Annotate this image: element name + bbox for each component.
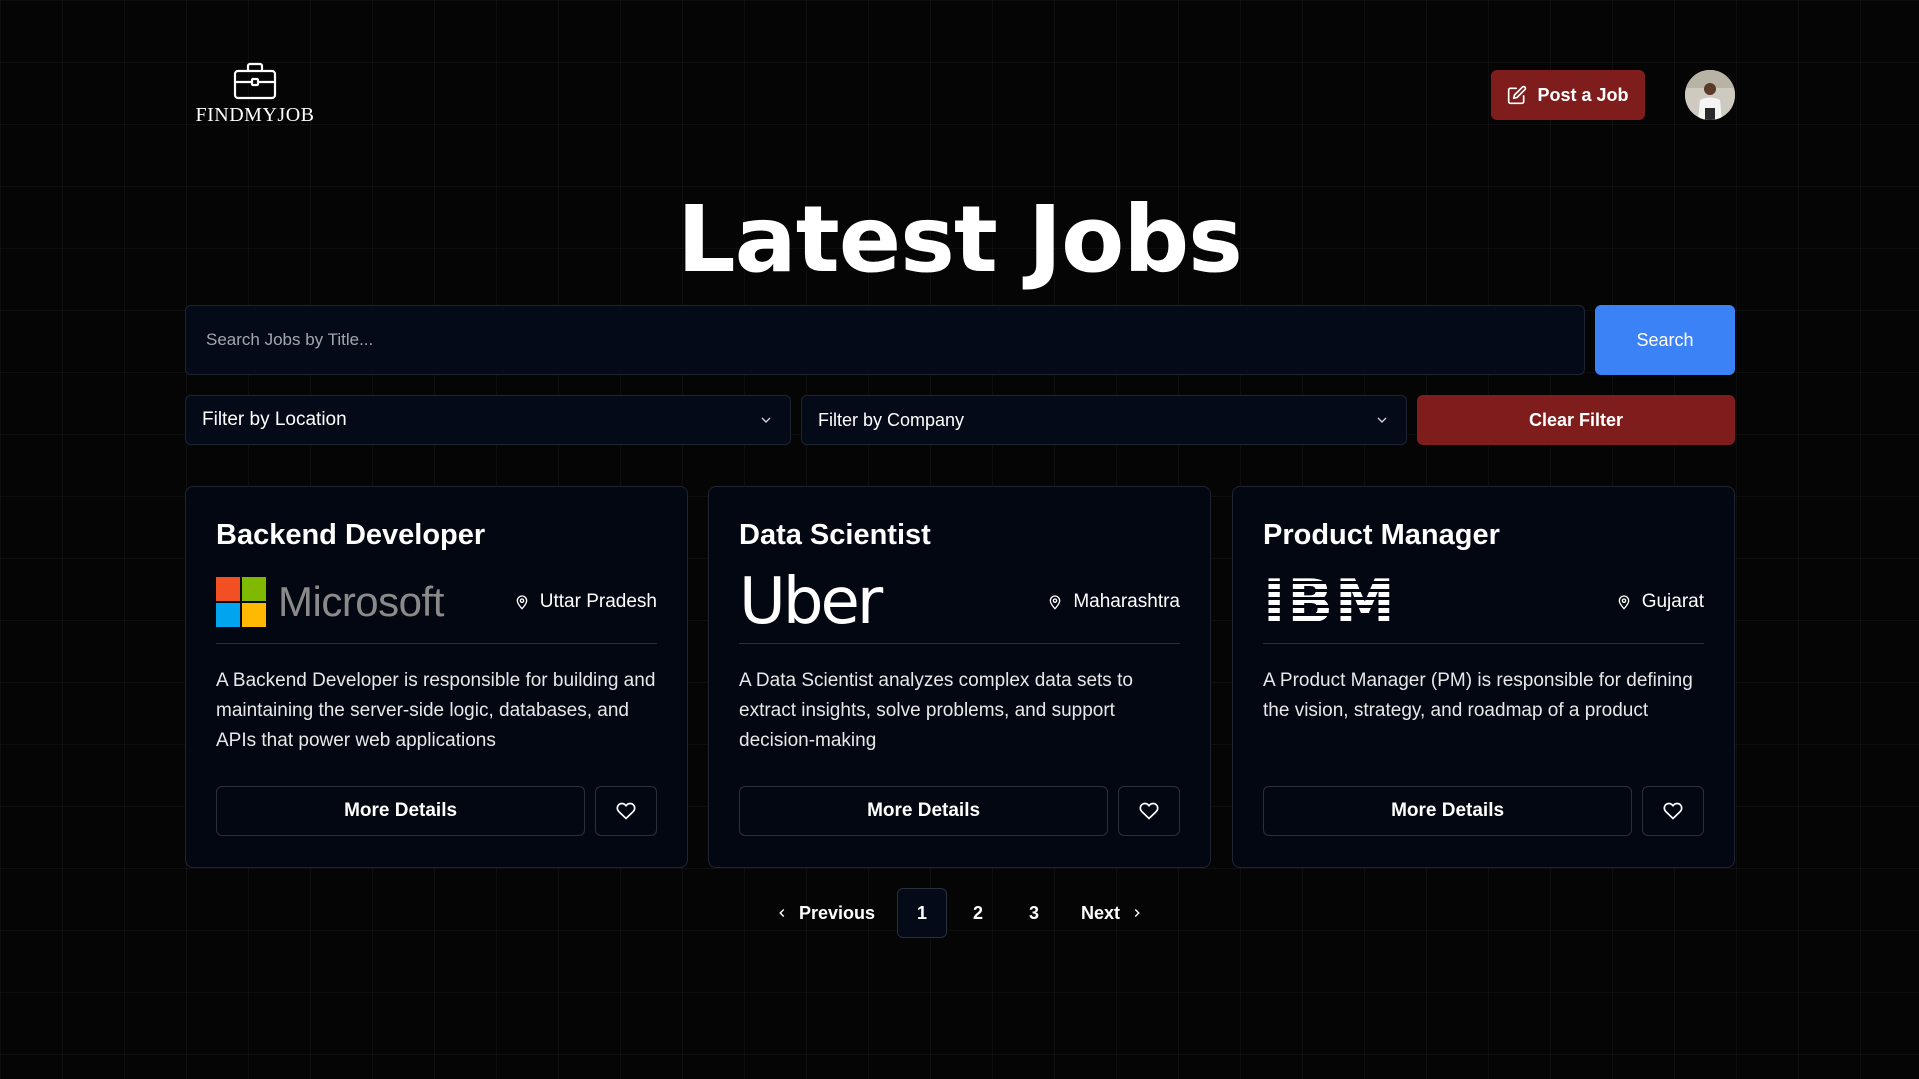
job-location: Gujarat [1616,591,1704,613]
location-label: Gujarat [1641,591,1704,612]
job-card: Data Scientist Uber Maharashtra A Data S… [708,486,1211,868]
company-name: Uber [739,565,883,639]
page-button-1[interactable]: 1 [897,888,948,938]
job-card: Product Manager IBM Gujarat A Product Ma… [1232,486,1735,868]
chevron-left-icon [779,908,785,918]
next-page-button[interactable]: Next [1065,888,1160,938]
briefcase-icon [233,62,277,100]
brand-logo[interactable]: FINDMYJOB [193,62,317,127]
heart-icon [616,802,636,820]
brand-name: FINDMYJOB [195,104,315,126]
heart-icon [1139,802,1159,820]
divider [1263,643,1704,644]
job-card: Backend Developer Microsoft Uttar Prades… [185,486,688,868]
job-title: Data Scientist [739,519,931,551]
job-description: A Product Manager (PM) is responsible fo… [1263,670,1693,721]
uber-logo: Uber [739,565,883,639]
location-label: Uttar Pradesh [539,591,657,612]
map-pin-icon [1618,595,1630,610]
page-title: Latest Jobs [677,186,1243,293]
company-filter-select[interactable]: Filter by Company [801,395,1407,445]
map-pin-icon [516,595,528,610]
job-location: Uttar Pradesh [514,591,657,613]
favorite-button[interactable] [1642,786,1704,836]
favorite-button[interactable] [595,786,657,836]
job-description: A Data Scientist analyzes complex data s… [739,670,1133,751]
location-filter-select[interactable]: Filter by Location [185,395,791,445]
previous-page-button[interactable]: Previous [759,888,891,938]
search-button[interactable]: Search [1595,305,1735,375]
location-label: Maharashtra [1073,591,1180,612]
ibm-stripes [1263,581,1393,624]
user-avatar[interactable] [1685,70,1735,120]
next-label: Next [1081,902,1121,923]
more-details-button[interactable]: More Details [216,786,586,836]
previous-label: Previous [798,902,876,923]
ibm-logo: IBM [1263,572,1397,632]
job-location: Maharashtra [1047,591,1180,613]
divider [739,643,1180,644]
more-details-button[interactable]: More Details [739,786,1109,836]
divider [216,643,657,644]
map-pin-icon [1049,595,1061,610]
post-job-label: Post a Job [1537,84,1629,105]
job-title: Product Manager [1263,519,1500,551]
favorite-button[interactable] [1118,786,1180,836]
edit-icon [1508,85,1527,105]
search-input[interactable] [185,305,1585,375]
more-details-button[interactable]: More Details [1263,786,1633,836]
company-filter-label: Filter by Company [818,409,965,430]
job-description: A Backend Developer is responsible for b… [216,670,656,751]
chevron-down-icon [761,417,771,423]
avatar-image [1685,70,1735,120]
chevron-down-icon [1377,417,1387,423]
page-button-2[interactable]: 2 [953,888,1003,938]
heart-icon [1663,802,1683,820]
page-button-3[interactable]: 3 [1009,888,1059,938]
post-job-button[interactable]: Post a Job [1491,70,1645,120]
pagination: Previous 1 2 3 Next [0,888,1919,938]
chevron-right-icon [1134,908,1140,918]
microsoft-logo: Microsoft [216,577,444,627]
job-title: Backend Developer [216,519,486,551]
clear-filter-button[interactable]: Clear Filter [1417,395,1735,445]
company-name: Microsoft [278,578,444,625]
location-filter-label: Filter by Location [202,409,347,430]
